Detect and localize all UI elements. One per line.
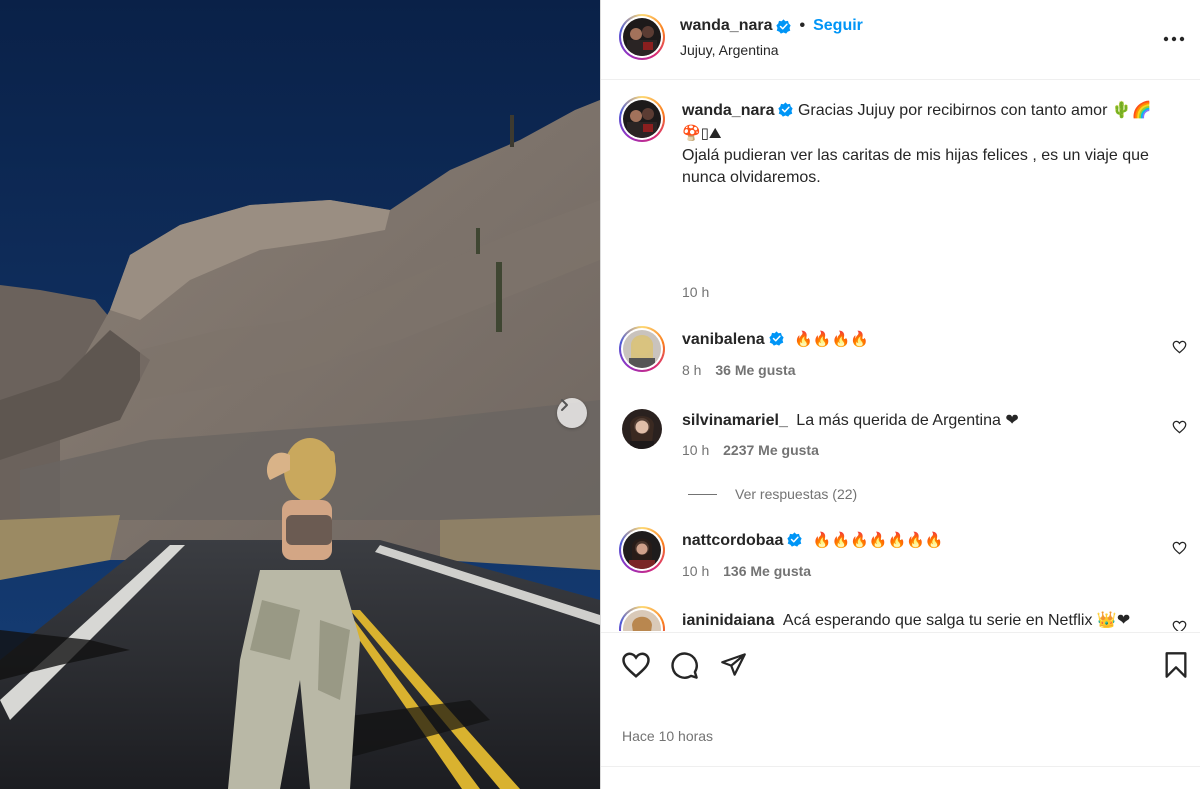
comment-likes[interactable]: 136 Me gusta xyxy=(723,563,811,579)
commenter-avatar[interactable] xyxy=(622,409,662,449)
bookmark-icon[interactable] xyxy=(1164,651,1188,684)
separator-dot: • xyxy=(799,17,806,34)
post-photo[interactable] xyxy=(0,0,600,789)
comment-like-heart-icon[interactable] xyxy=(1172,340,1187,359)
next-photo-button[interactable] xyxy=(557,398,587,428)
caption-username[interactable]: wanda_nara xyxy=(682,102,774,119)
commenter-avatar[interactable] xyxy=(619,527,665,573)
verified-badge-icon xyxy=(778,102,794,117)
divider xyxy=(601,766,1200,767)
commenter-avatar[interactable] xyxy=(619,606,665,631)
comment-username[interactable]: nattcordobaa xyxy=(682,532,783,549)
photo-illustration xyxy=(0,0,600,789)
replies-divider xyxy=(688,493,717,495)
comment-like-heart-icon[interactable] xyxy=(1172,541,1187,560)
caption-time[interactable]: 10 h xyxy=(682,284,709,300)
follow-button[interactable]: Seguir xyxy=(813,17,863,35)
caption-text-line1: Gracias Jujuy por recibirnos con tanto a… xyxy=(797,102,1152,119)
comment-like-heart-icon[interactable] xyxy=(1172,420,1187,439)
share-icon[interactable] xyxy=(720,651,747,683)
comment-time[interactable]: 10 h xyxy=(682,563,709,579)
view-replies-button[interactable]: Ver respuestas (22) xyxy=(688,486,857,502)
commenter-avatar[interactable] xyxy=(619,326,665,372)
comment-text: 🔥🔥🔥🔥🔥🔥🔥 xyxy=(812,531,944,549)
comment-time[interactable]: 8 h xyxy=(682,362,701,378)
comment-username[interactable]: silvinamariel_ xyxy=(682,412,788,429)
verified-badge-icon xyxy=(776,18,792,34)
post-actions: Hace 10 horas xyxy=(601,632,1200,789)
comment-time[interactable]: 10 h xyxy=(682,442,709,458)
comment-like-heart-icon[interactable] xyxy=(1172,620,1187,631)
more-options-icon[interactable] xyxy=(1163,29,1185,47)
view-replies-label: Ver respuestas (22) xyxy=(735,486,858,502)
caption-text-line2: 🍄▯⛰ xyxy=(682,124,722,142)
comment-icon[interactable] xyxy=(670,651,699,685)
comment-text: La más querida de Argentina ❤ xyxy=(796,412,1019,429)
author-avatar[interactable] xyxy=(619,14,665,60)
comment-text: 🔥🔥🔥🔥 xyxy=(794,330,869,348)
post-location[interactable]: Jujuy, Argentina xyxy=(680,42,779,58)
post-sidebar: wanda_nara • Seguir Jujuy, Argentina wan… xyxy=(600,0,1200,789)
verified-badge-icon xyxy=(787,532,802,547)
post-timestamp[interactable]: Hace 10 horas xyxy=(622,728,713,744)
verified-badge-icon xyxy=(769,331,784,346)
author-username[interactable]: wanda_nara xyxy=(680,17,772,35)
comment-likes[interactable]: 36 Me gusta xyxy=(715,362,795,378)
comment-username[interactable]: vanibalena xyxy=(682,331,765,348)
caption-author-avatar[interactable] xyxy=(619,96,665,142)
comments-list[interactable]: wanda_nara Gracias Jujuy por recibirnos … xyxy=(601,82,1200,631)
heart-icon[interactable] xyxy=(621,651,651,684)
post-header: wanda_nara • Seguir Jujuy, Argentina xyxy=(601,0,1200,80)
comment-likes[interactable]: 2237 Me gusta xyxy=(723,442,819,458)
comment-username[interactable]: ianinidaiana xyxy=(682,612,774,629)
comment-text: Acá esperando que salga tu serie en Netf… xyxy=(782,612,1131,629)
caption-text-line3: Ojalá pudieran ver las caritas de mis hi… xyxy=(682,147,1149,186)
